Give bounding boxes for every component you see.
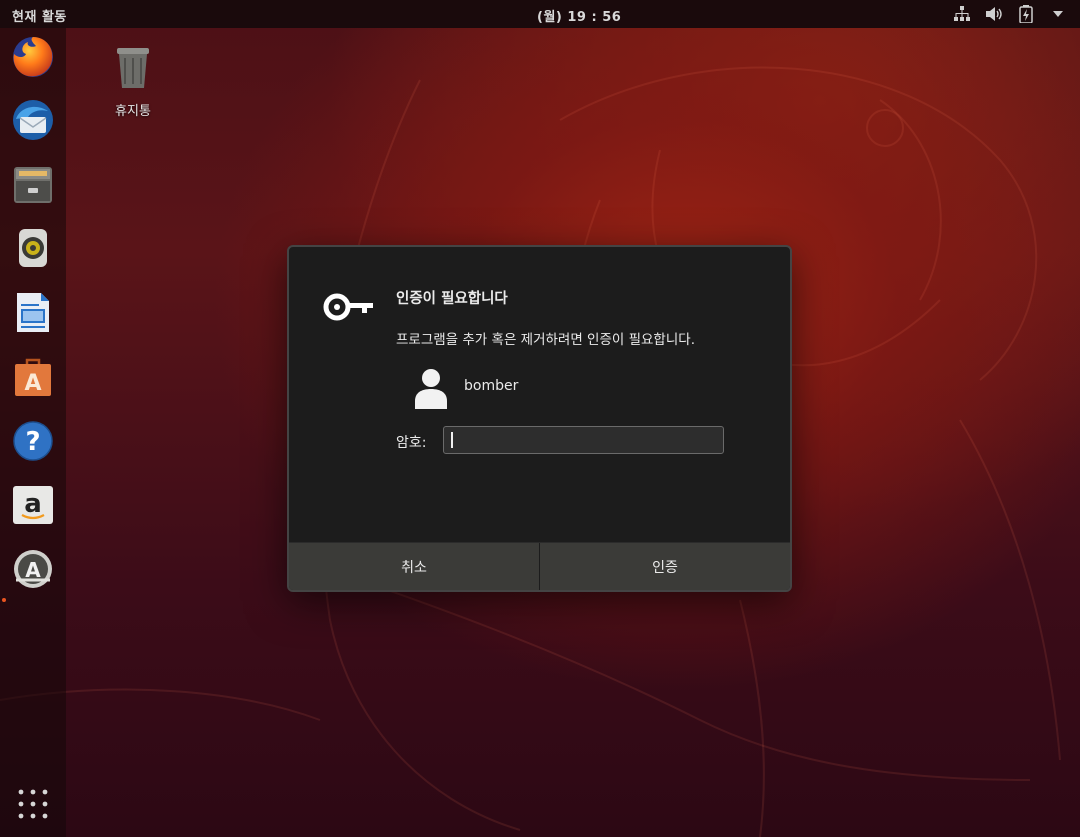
text-cursor xyxy=(451,432,453,448)
writer-icon xyxy=(17,293,49,332)
dock-item-writer[interactable] xyxy=(8,287,58,337)
network-icon[interactable] xyxy=(952,4,972,24)
running-indicator xyxy=(2,598,6,602)
dock-item-firefox[interactable] xyxy=(8,32,58,82)
thunderbird-icon xyxy=(13,100,53,140)
files-icon xyxy=(14,167,52,203)
dialog-message: 프로그램을 추가 혹은 제거하려면 인증이 필요합니다. xyxy=(396,332,695,348)
rhythmbox-icon xyxy=(19,229,47,267)
svg-text:a: a xyxy=(24,489,42,519)
trash-label: 휴지통 xyxy=(115,104,151,119)
key-icon xyxy=(323,293,373,321)
show-applications-button[interactable] xyxy=(16,787,50,821)
battery-icon[interactable] xyxy=(1016,4,1036,24)
dock-item-software-updater[interactable]: A xyxy=(8,544,58,594)
volume-icon[interactable] xyxy=(984,4,1004,24)
dock-item-rhythmbox[interactable] xyxy=(8,223,58,273)
software-bag-icon: A xyxy=(15,358,51,396)
authentication-dialog: 인증이 필요합니다 프로그램을 추가 혹은 제거하려면 인증이 필요합니다. b… xyxy=(287,245,792,592)
dock-item-files[interactable] xyxy=(8,159,58,209)
trash-desktop-icon[interactable]: 휴지통 xyxy=(103,44,163,119)
software-updater-icon: A xyxy=(14,550,52,588)
dock-item-amazon[interactable]: a xyxy=(8,480,58,530)
svg-text:A: A xyxy=(25,558,41,582)
dock: A ? a A xyxy=(0,28,66,837)
dock-item-thunderbird[interactable] xyxy=(8,95,58,145)
clock[interactable]: (월) 19 : 56 xyxy=(537,6,621,25)
dialog-button-bar: 취소 인증 xyxy=(289,542,790,590)
trash-icon xyxy=(117,48,149,88)
dock-item-software[interactable]: A xyxy=(8,351,58,401)
authenticate-button[interactable]: 인증 xyxy=(540,543,790,590)
apps-grid-icon xyxy=(18,789,48,819)
top-bar: 현재 활동 (월) 19 : 56 xyxy=(0,0,1080,28)
help-icon: ? xyxy=(13,421,53,461)
activities-button[interactable]: 현재 활동 xyxy=(12,6,67,25)
password-field[interactable] xyxy=(443,426,724,454)
amazon-icon: a xyxy=(13,486,53,524)
firefox-icon xyxy=(13,37,53,77)
svg-text:?: ? xyxy=(25,427,40,457)
system-tray[interactable] xyxy=(952,4,1068,24)
password-label: 암호: xyxy=(396,435,427,451)
dialog-title: 인증이 필요합니다 xyxy=(396,291,508,307)
system-menu-arrow-icon[interactable] xyxy=(1048,4,1068,24)
user-name: bomber xyxy=(464,378,519,394)
svg-text:A: A xyxy=(24,371,41,396)
dock-item-help[interactable]: ? xyxy=(8,416,58,466)
cancel-button[interactable]: 취소 xyxy=(289,543,539,590)
user-icon xyxy=(415,369,447,409)
